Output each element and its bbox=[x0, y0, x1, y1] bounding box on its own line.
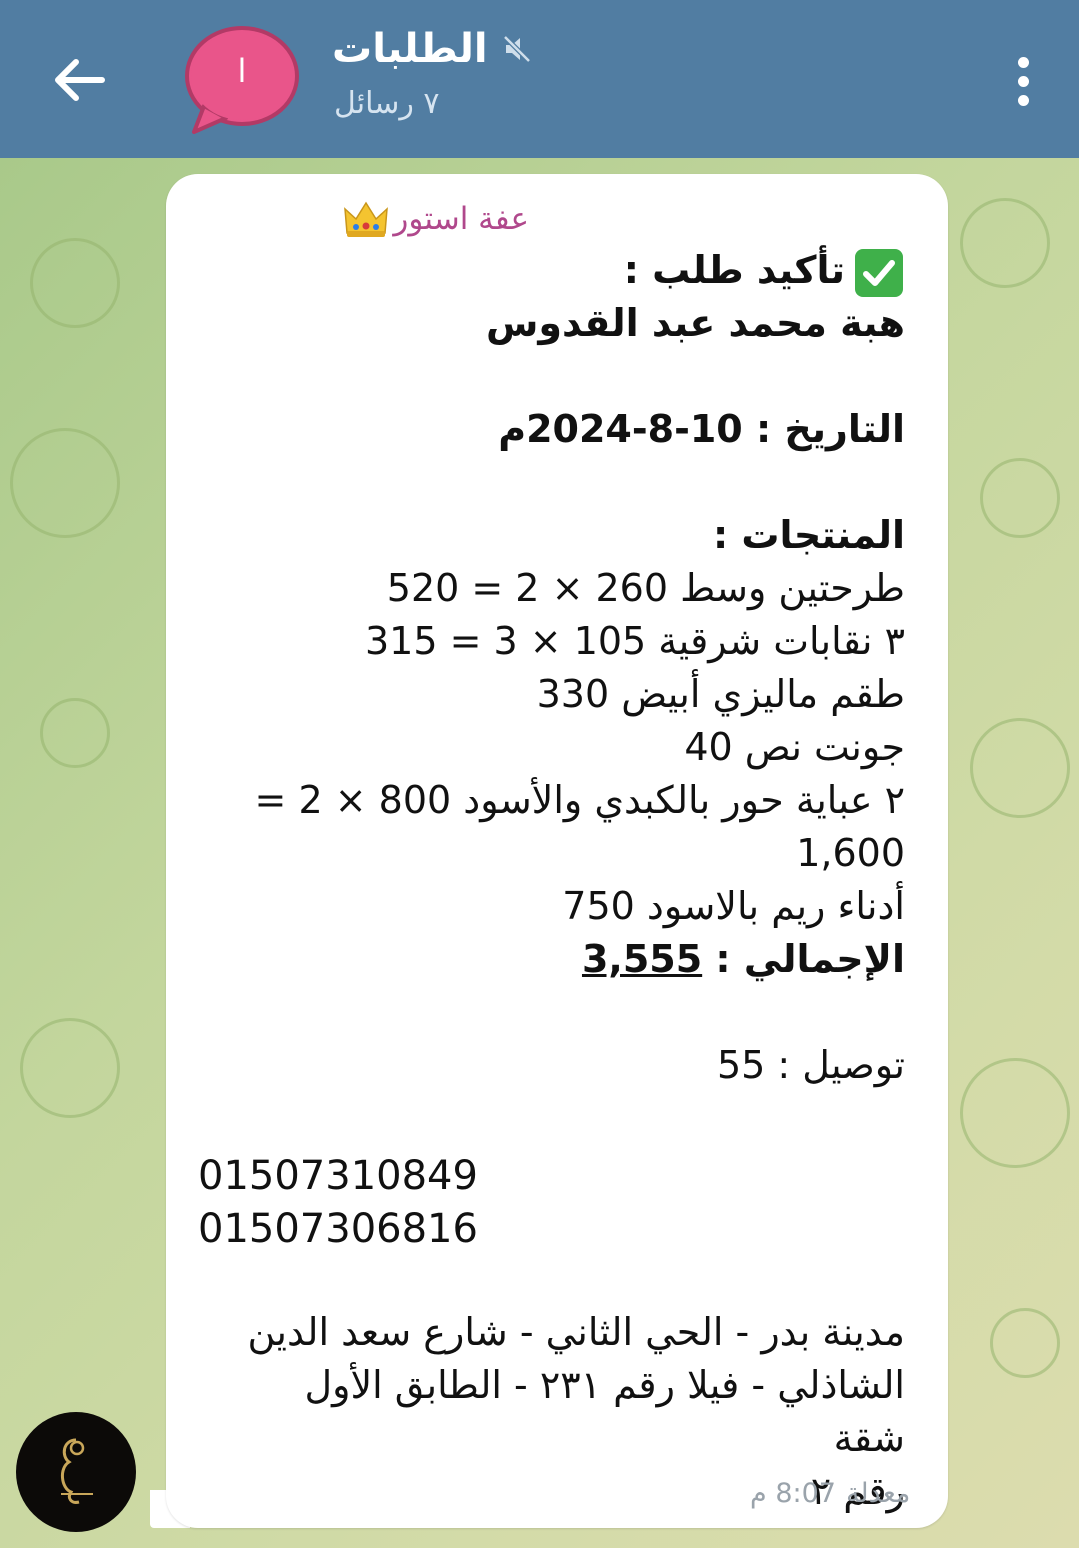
confirm-text: تأكيد طلب : bbox=[623, 248, 845, 292]
muted-speaker-icon bbox=[502, 32, 536, 66]
arrow-left-icon bbox=[55, 59, 105, 101]
avatar-letter: ا bbox=[237, 52, 247, 90]
confirm-line: تأكيد طلب : bbox=[165, 244, 905, 297]
sender-row[interactable]: عفة استور bbox=[343, 196, 529, 242]
message-text: تأكيد طلب : هبة محمد عبد القدوس التاريخ … bbox=[165, 244, 905, 1092]
chat-header: ا الطلبات ٧ رسائل bbox=[0, 0, 1079, 158]
dot-icon bbox=[1017, 56, 1029, 68]
product-item: أدناء ريم بالاسود 750 bbox=[562, 884, 905, 928]
chat-title-row[interactable]: الطلبات bbox=[332, 24, 536, 74]
chat-title: الطلبات bbox=[332, 26, 488, 72]
products-label: المنتجات : bbox=[712, 513, 905, 557]
edited-label: معدلة bbox=[845, 1478, 911, 1509]
crown-icon bbox=[344, 201, 389, 237]
doodle bbox=[980, 458, 1060, 538]
doodle bbox=[990, 1308, 1060, 1378]
product-item-continued: 1,600 bbox=[796, 831, 905, 875]
order-date: التاريخ : 10-8-2024م bbox=[498, 407, 905, 451]
doodle bbox=[970, 718, 1070, 818]
doodle bbox=[10, 428, 120, 538]
doodle bbox=[30, 238, 120, 328]
product-item: ٣ نقابات شرقية 105 × 3 = 315 bbox=[364, 619, 905, 663]
delivery-fee: توصيل : 55 bbox=[716, 1043, 905, 1087]
dot-icon bbox=[1017, 94, 1029, 106]
chat-subtitle: ٧ رسائل bbox=[334, 86, 440, 121]
product-item: ٢ عباية حور بالكبدي والأسود 800 × 2 = bbox=[254, 778, 905, 822]
phone-number[interactable]: 01507310849 bbox=[198, 1150, 478, 1203]
total-value: 3,555 bbox=[581, 937, 703, 981]
message-meta: معدلة 8:07 م bbox=[750, 1478, 910, 1509]
product-item: جونت نص 40 bbox=[684, 725, 905, 769]
product-item: طرحتين وسط 260 × 2 = 520 bbox=[386, 566, 905, 610]
phone-number[interactable]: 01507306816 bbox=[198, 1203, 478, 1256]
message-time: 8:07 م bbox=[750, 1478, 836, 1509]
sender-name: عفة استور bbox=[393, 201, 529, 237]
check-mark-icon bbox=[853, 247, 905, 299]
phone-numbers: 01507310849 01507306816 bbox=[198, 1150, 478, 1256]
store-logo-icon bbox=[61, 1438, 93, 1504]
back-button[interactable] bbox=[38, 40, 118, 120]
dot-icon bbox=[1017, 75, 1029, 87]
doodle bbox=[960, 1058, 1070, 1168]
doodle bbox=[40, 698, 110, 768]
doodle bbox=[960, 198, 1050, 288]
sender-avatar[interactable] bbox=[16, 1412, 136, 1532]
more-menu-button[interactable] bbox=[1003, 46, 1043, 116]
address-line: الشاذلي - فيلا رقم ٢٣١ - الطابق الأول شق… bbox=[304, 1363, 905, 1460]
total-label: الإجمالي : bbox=[715, 937, 905, 981]
address-line: مدينة بدر - الحي الثاني - شارع سعد الدين bbox=[247, 1310, 905, 1354]
product-item: طقم ماليزي أبيض 330 bbox=[536, 672, 905, 716]
total-line: الإجمالي : 3,555 bbox=[165, 933, 905, 986]
customer-name: هبة محمد عبد القدوس bbox=[485, 301, 905, 345]
chat-avatar[interactable]: ا bbox=[182, 24, 300, 136]
doodle bbox=[20, 1018, 120, 1118]
